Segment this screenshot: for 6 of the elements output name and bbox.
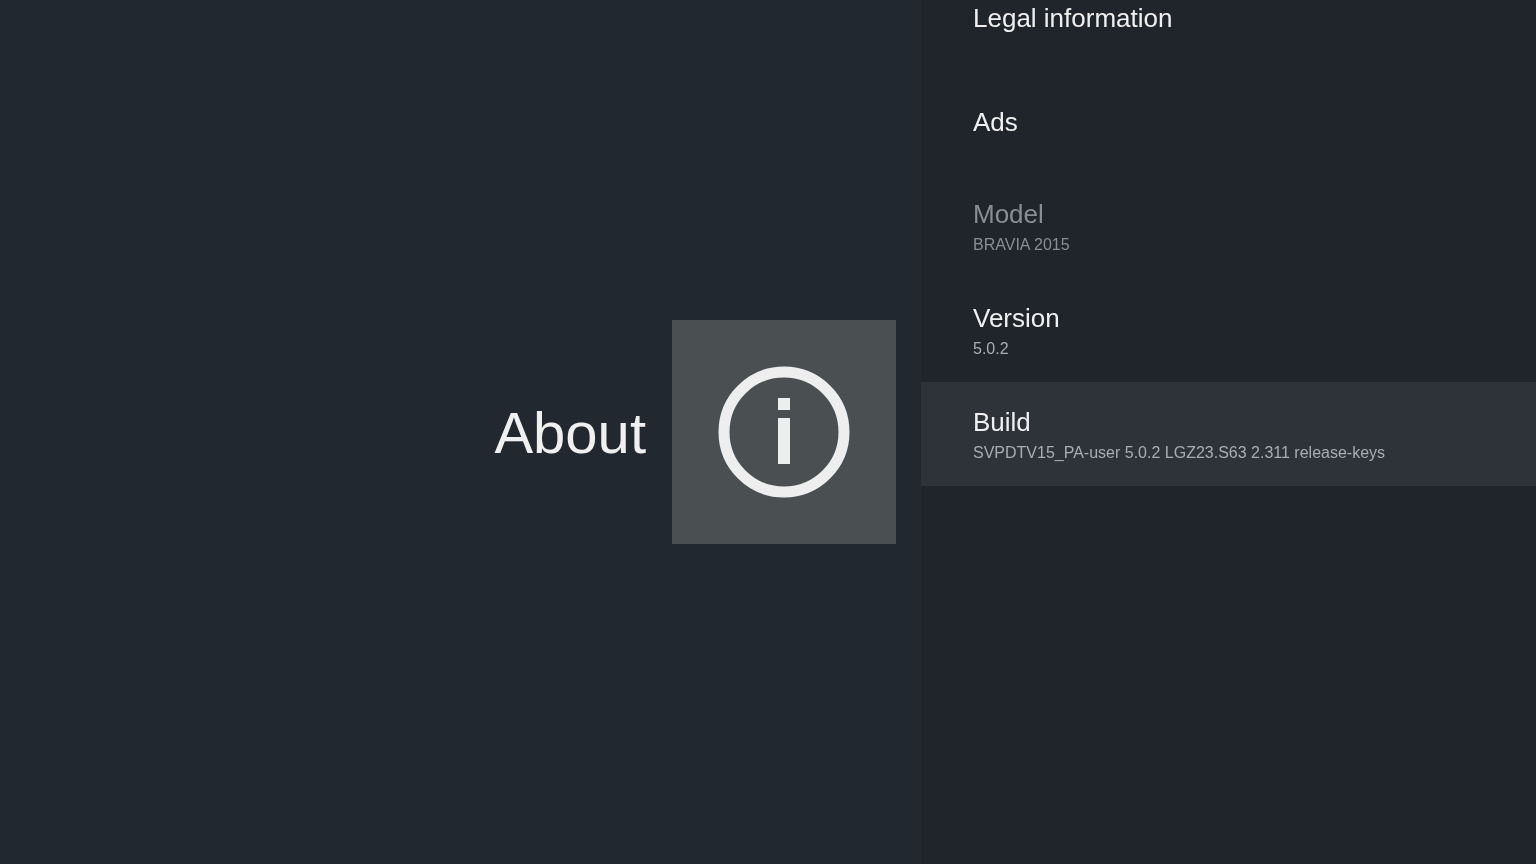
settings-item[interactable]: Version 5.0.2 — [921, 278, 1536, 382]
settings-item[interactable]: Ads — [921, 70, 1536, 174]
page-title: About — [494, 398, 646, 466]
settings-item[interactable]: Legal information — [921, 0, 1536, 70]
info-icon — [718, 366, 850, 498]
settings-item[interactable]: Build SVPDTV15_PA-user 5.0.2 LGZ23.S63 2.311 release-keys — [921, 382, 1536, 486]
